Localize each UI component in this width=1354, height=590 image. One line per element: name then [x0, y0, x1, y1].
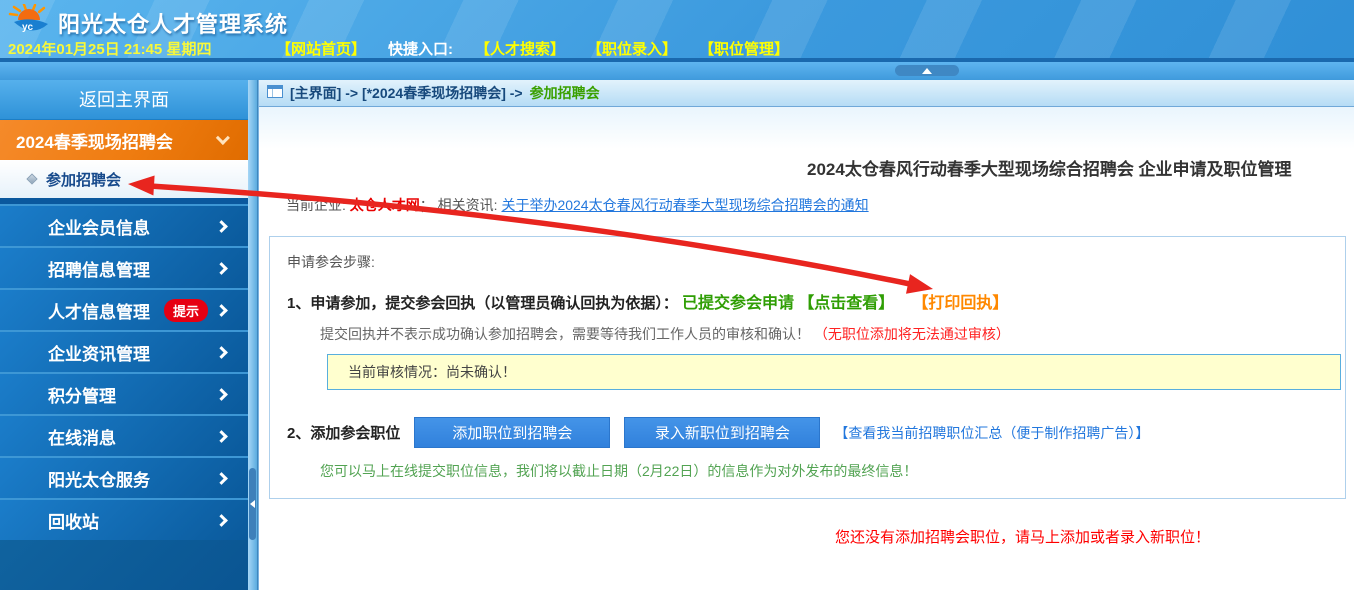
empty-jobs-warning: 您还没有添加招聘会职位，请马上添加或者录入新职位！ [259, 526, 1354, 547]
sidebar-item-recruit-info[interactable]: 招聘信息管理 [0, 246, 248, 288]
chevron-right-icon [215, 304, 228, 317]
sidebar-item-label: 企业资讯管理 [48, 340, 150, 365]
sidebar-item-label: 回收站 [48, 508, 99, 533]
step2-line: 2、添加参会职位 添加职位到招聘会 录入新职位到招聘会 【查看我当前招聘职位汇总… [270, 417, 1345, 448]
view-application-link[interactable]: 【点击查看】 [798, 295, 894, 312]
step1-note: 提交回执并不表示成功确认参加招聘会，需要等待我们工作人员的审核和确认！ （无职位… [270, 324, 1345, 344]
collapse-header-handle[interactable] [895, 65, 959, 76]
quick-entry-label: 快捷入口: [388, 38, 453, 59]
step2-label: 2、添加参会职位 [287, 422, 400, 443]
sidebar-subitem-join-fair[interactable]: 参加招聘会 [0, 160, 248, 198]
steps-panel: 申请参会步骤: 1、申请参加，提交参会回执（以管理员确认回执为依据）： 已提交参… [269, 236, 1346, 499]
step1-status: 已提交参会申请 [682, 295, 794, 312]
sidebar-item-recycle-bin[interactable]: 回收站 [0, 498, 248, 540]
breadcrumb-path[interactable]: [主界面] -> [*2024春季现场招聘会] -> [290, 83, 523, 103]
sidebar-strip [248, 80, 258, 590]
company-label: 当前企业: [286, 197, 346, 213]
chevron-right-icon [215, 388, 228, 401]
step1-label: 1、申请参加，提交参会回执（以管理员确认回执为依据）： [287, 295, 678, 312]
chevron-down-icon [216, 131, 230, 145]
header-band [0, 62, 1354, 80]
deadline-note: 您可以马上在线提交职位信息，我们将以截止日期（2月22日）的信息作为对外发布的最… [270, 461, 1345, 481]
sidebar-item-label: 在线消息 [48, 424, 116, 449]
sidebar-item-job-fair-active[interactable]: 2024春季现场招聘会 [0, 120, 248, 160]
back-to-main-button[interactable]: 返回主界面 [0, 80, 248, 120]
svg-text:yc: yc [22, 22, 34, 33]
collapse-sidebar-handle[interactable] [249, 468, 256, 540]
diamond-icon [26, 173, 37, 184]
nav-job-manage-link[interactable]: 【职位管理】 [699, 38, 789, 59]
chevron-right-icon [215, 346, 228, 359]
separator: ； [420, 197, 434, 213]
sidebar-item-label: 积分管理 [48, 382, 116, 407]
chevron-right-icon [215, 262, 228, 275]
company-name: 太仓人才网 [350, 197, 420, 213]
sidebar-filler [0, 540, 248, 590]
sidebar: 返回主界面 2024春季现场招聘会 参加招聘会 企业会员信息 招聘信息管理 人才… [0, 80, 248, 590]
header-subrow: 2024年01月25日 21:45 星期四 【网站首页】 快捷入口: 【人才搜索… [8, 36, 1354, 60]
chevron-right-icon [215, 220, 228, 233]
chevron-right-icon [215, 430, 228, 443]
sidebar-item-talent-info[interactable]: 人才信息管理 提示 [0, 288, 248, 330]
triangle-left-icon [250, 500, 255, 508]
chevron-right-icon [215, 472, 228, 485]
triangle-up-icon [922, 68, 932, 74]
header: yc 阳光太仓人才管理系统 2024年01月25日 21:45 星期四 【网站首… [0, 0, 1354, 80]
breadcrumb: [主界面] -> [*2024春季现场招聘会] -> 参加招聘会 [259, 80, 1354, 107]
top-nav: 【网站首页】 快捷入口: 【人才搜索】 【职位录入】 【职位管理】 [276, 38, 789, 59]
steps-label: 申请参会步骤: [270, 252, 1345, 272]
job-summary-link[interactable]: 【查看我当前招聘职位汇总（便于制作招聘广告）】 [834, 423, 1149, 443]
sidebar-item-points[interactable]: 积分管理 [0, 372, 248, 414]
sidebar-item-messages[interactable]: 在线消息 [0, 414, 248, 456]
sidebar-item-label: 阳光太仓服务 [48, 466, 150, 491]
sidebar-item-company-news[interactable]: 企业资讯管理 [0, 330, 248, 372]
step1-note-warning: （无职位添加将无法通过审核） [814, 326, 1010, 342]
step1-note-text: 提交回执并不表示成功确认参加招聘会，需要等待我们工作人员的审核和确认！ [320, 326, 810, 342]
alert-badge: 提示 [164, 299, 208, 322]
related-label: 相关资讯: [438, 197, 498, 213]
nav-job-entry-link[interactable]: 【职位录入】 [587, 38, 677, 59]
audit-status-box: 当前审核情况：尚未确认！ [327, 354, 1341, 390]
step1-line: 1、申请参加，提交参会回执（以管理员确认回执为依据）： 已提交参会申请 【点击查… [270, 289, 1345, 313]
window-icon [267, 85, 283, 101]
related-notice-link[interactable]: 关于举办2024太仓春风行动春季大型现场综合招聘会的通知 [501, 197, 868, 213]
main-content: [主界面] -> [*2024春季现场招聘会] -> 参加招聘会 2024太仓春… [258, 80, 1354, 590]
sidebar-subitem-label: 参加招聘会 [46, 169, 121, 190]
sidebar-item-label: 2024春季现场招聘会 [16, 128, 173, 153]
breadcrumb-current: 参加招聘会 [530, 83, 600, 103]
nav-home-link[interactable]: 【网站首页】 [276, 38, 366, 59]
content-area: 2024太仓春风行动春季大型现场综合招聘会 企业申请及职位管理 当前企业: 太仓… [259, 107, 1354, 549]
add-job-to-fair-button[interactable]: 添加职位到招聘会 [414, 417, 610, 448]
app-title: 阳光太仓人才管理系统 [58, 7, 288, 39]
sidebar-item-label: 企业会员信息 [48, 214, 150, 239]
datetime: 2024年01月25日 21:45 星期四 [8, 38, 276, 59]
app-window: yc 阳光太仓人才管理系统 2024年01月25日 21:45 星期四 【网站首… [0, 0, 1354, 590]
sidebar-item-label: 人才信息管理 [48, 298, 150, 323]
body: 返回主界面 2024春季现场招聘会 参加招聘会 企业会员信息 招聘信息管理 人才… [0, 80, 1354, 590]
nav-talent-search-link[interactable]: 【人才搜索】 [475, 38, 565, 59]
enter-new-job-button[interactable]: 录入新职位到招聘会 [624, 417, 820, 448]
print-receipt-link[interactable]: 【打印回执】 [912, 295, 1008, 312]
page-title: 2024太仓春风行动春季大型现场综合招聘会 企业申请及职位管理 [259, 107, 1354, 180]
company-line: 当前企业: 太仓人才网； 相关资讯: 关于举办2024太仓春风行动春季大型现场综… [259, 195, 1354, 215]
sidebar-item-label: 招聘信息管理 [48, 256, 150, 281]
chevron-right-icon [215, 514, 228, 527]
sidebar-item-member-info[interactable]: 企业会员信息 [0, 204, 248, 246]
sidebar-item-services[interactable]: 阳光太仓服务 [0, 456, 248, 498]
audit-status-text: 当前审核情况：尚未确认！ [348, 364, 516, 380]
